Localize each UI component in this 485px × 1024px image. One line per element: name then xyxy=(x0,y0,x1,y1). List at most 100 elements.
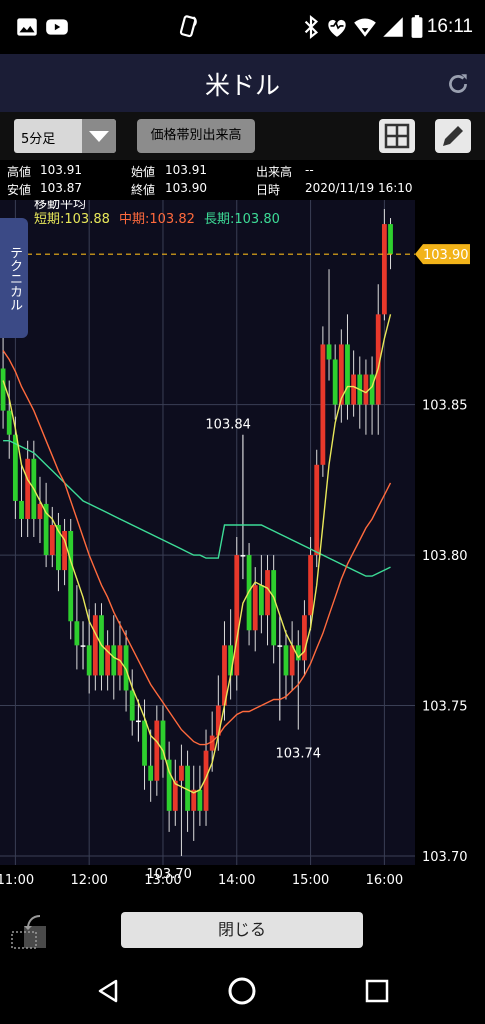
candle-body xyxy=(234,555,240,676)
price-volume-button[interactable]: 価格帯別出来高 xyxy=(137,119,255,153)
image-icon xyxy=(17,18,37,36)
candle-body xyxy=(265,570,270,616)
pencil-icon xyxy=(443,126,463,146)
candle-body xyxy=(74,621,80,646)
time-tick-label: 11:00 xyxy=(0,873,34,888)
candle-body xyxy=(277,645,283,647)
chevron-down-icon xyxy=(82,119,116,153)
low-label: 安値 xyxy=(7,183,32,197)
ma-short-legend: 短期:103.88 xyxy=(34,212,110,227)
price-axis-background xyxy=(415,200,485,890)
price-tick-label: 103.80 xyxy=(422,549,468,564)
low-value: 103.87 xyxy=(40,181,82,195)
candle-body xyxy=(37,503,43,519)
candle-body xyxy=(320,344,326,465)
ohlc-info: 高値 103.91 始値 103.91 出来高 -- 安値 103.87 終値 … xyxy=(0,160,485,200)
recents-icon[interactable] xyxy=(361,975,393,1007)
candle-body xyxy=(228,645,234,676)
candle-body xyxy=(86,645,92,676)
current-price-label: 103.90 xyxy=(423,248,469,263)
candle-body xyxy=(314,464,320,556)
draw-button[interactable] xyxy=(435,119,471,153)
price-tick-label: 103.70 xyxy=(422,850,468,865)
time-tick-label: 15:00 xyxy=(292,873,329,888)
high-label: 高値 xyxy=(7,165,32,179)
heart-rate-icon xyxy=(328,19,346,37)
candle-body xyxy=(240,555,246,557)
interval-select-value: 5分足 xyxy=(21,132,56,147)
signal-icon xyxy=(383,17,403,37)
candle-body xyxy=(129,690,135,721)
candle-body xyxy=(80,645,86,647)
candle-body xyxy=(111,645,117,676)
youtube-icon xyxy=(46,19,68,35)
candle-body xyxy=(92,615,98,676)
candle-body xyxy=(351,374,357,405)
refresh-icon[interactable] xyxy=(445,71,471,97)
time-tick-label: 16:00 xyxy=(366,873,403,888)
close-value: 103.90 xyxy=(165,181,207,195)
candle-body xyxy=(345,344,350,405)
chart-area[interactable]: 103.90 103.84 103.74 103.70 103.85 103.80 103… xyxy=(0,197,485,890)
interval-select[interactable]: 5分足 xyxy=(14,119,116,153)
candle-body xyxy=(160,720,166,760)
candle-body xyxy=(179,765,184,781)
wifi-icon xyxy=(354,18,376,37)
nfc-icon xyxy=(179,15,197,38)
extreme-annotation: 103.74 xyxy=(276,747,322,762)
candle-body xyxy=(154,720,160,781)
volume-label: 出来高 xyxy=(256,165,293,179)
extreme-annotation: 103.84 xyxy=(205,418,251,433)
layout-button[interactable] xyxy=(379,119,415,153)
candle-body xyxy=(271,570,277,646)
candle-body xyxy=(252,585,258,631)
ma-title: 移動平均 xyxy=(34,200,86,212)
grid-icon xyxy=(384,123,410,149)
candle-body xyxy=(215,705,221,736)
candle-body xyxy=(6,410,12,435)
page-title: 米ドル xyxy=(204,71,280,100)
candle-body xyxy=(25,458,31,519)
candle-body xyxy=(49,524,55,556)
ma-long-legend: 長期:103.80 xyxy=(204,212,280,227)
candle-body xyxy=(388,224,393,255)
datetime-value: 2020/11/19 16:10 xyxy=(305,181,413,195)
close-button[interactable]: 閉じる xyxy=(121,912,363,948)
time-tick-label: 12:00 xyxy=(70,873,107,888)
high-value: 103.91 xyxy=(40,163,82,177)
open-value: 103.91 xyxy=(165,163,207,177)
candle-body xyxy=(135,720,141,723)
candle-body xyxy=(0,368,6,411)
candle-body xyxy=(68,530,74,622)
candle-body xyxy=(308,555,313,616)
candle-body xyxy=(258,585,264,616)
datetime-label: 日時 xyxy=(256,183,281,197)
candle-body xyxy=(283,645,289,676)
open-label: 始値 xyxy=(131,165,156,179)
status-time: 16:11 xyxy=(426,16,473,37)
bluetooth-icon xyxy=(304,14,319,40)
home-icon[interactable] xyxy=(226,975,258,1007)
close-label: 終値 xyxy=(131,183,156,197)
title-bar: 米ドル xyxy=(0,54,485,112)
candle-body xyxy=(369,374,375,405)
candle-body xyxy=(381,224,387,315)
price-tick-label: 103.75 xyxy=(422,700,468,715)
time-tick-label: 14:00 xyxy=(218,873,255,888)
candlestick-chart[interactable]: 103.90 103.84 103.74 103.70 103.85 103.80 103… xyxy=(0,197,485,890)
candle-body xyxy=(197,789,203,811)
candle-body xyxy=(19,500,24,519)
price-tick-label: 103.85 xyxy=(422,399,468,414)
time-tick-label: 13:00 xyxy=(144,873,181,888)
status-bar: 16:11 xyxy=(0,0,485,54)
time-axis-background xyxy=(0,865,415,890)
ma-mid-legend: 中期:103.82 xyxy=(119,212,195,227)
back-icon[interactable] xyxy=(92,975,124,1007)
candle-body xyxy=(363,374,369,405)
candle-body xyxy=(148,765,154,781)
candle-body xyxy=(326,344,332,360)
volume-value: -- xyxy=(305,163,314,177)
rotate-screen-icon[interactable] xyxy=(10,912,50,952)
candle-body xyxy=(142,720,147,766)
technical-tab[interactable]: テクニカル xyxy=(0,218,28,338)
